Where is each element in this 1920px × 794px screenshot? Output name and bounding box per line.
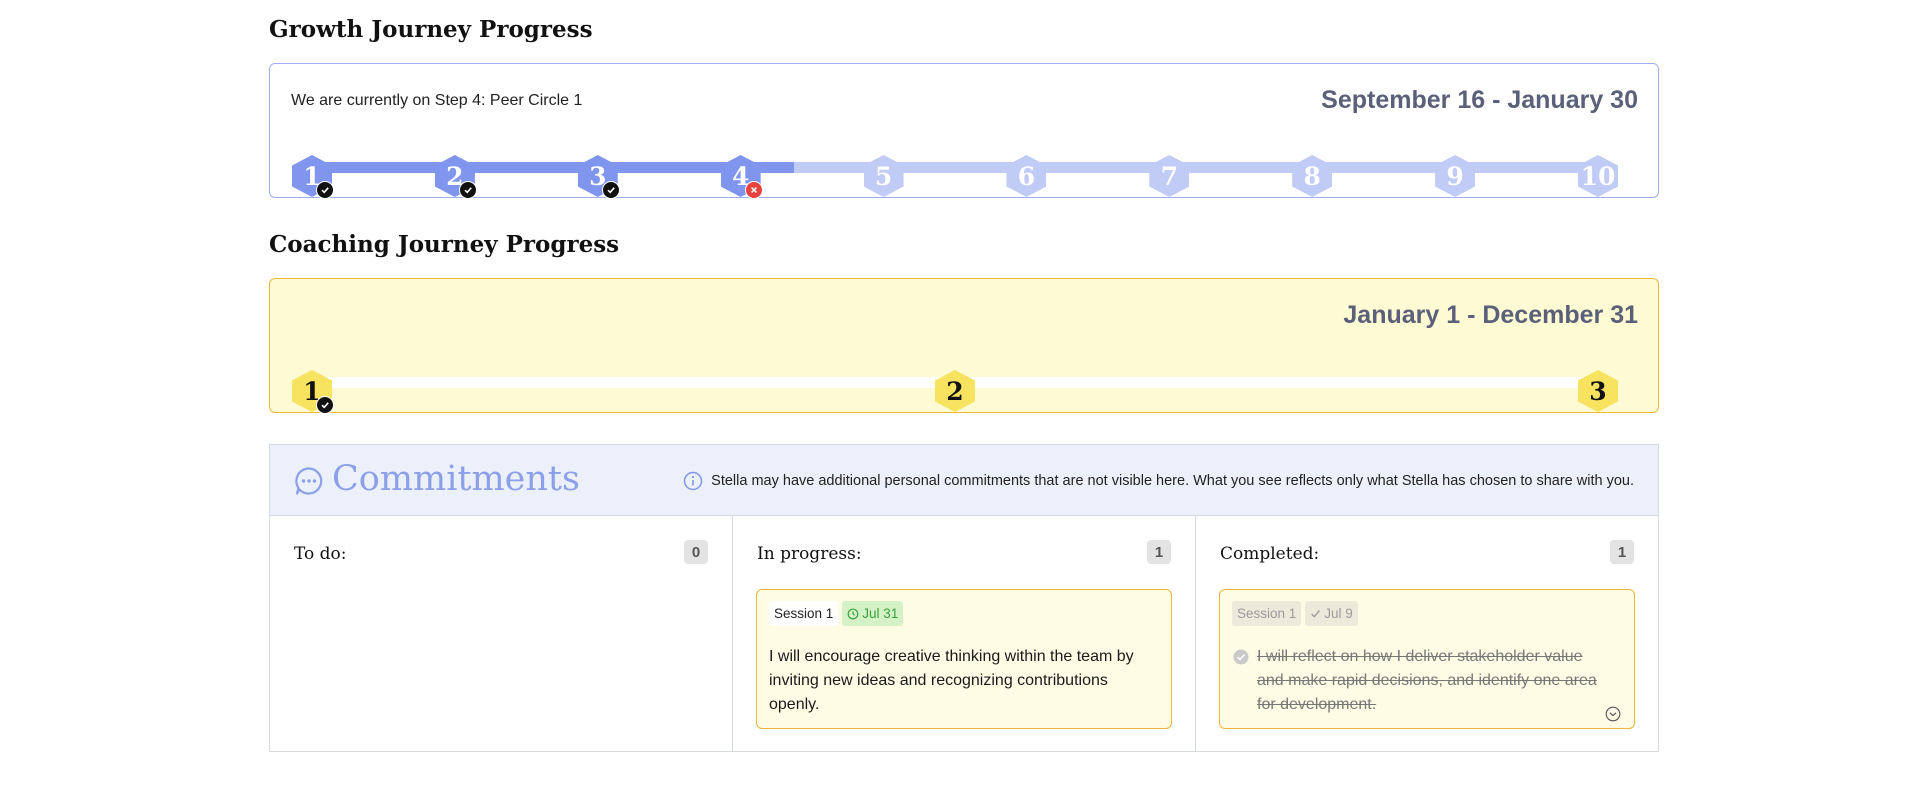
commitment-text: I will reflect on how I deliver stakehol…: [1257, 648, 1597, 713]
column-completed-title: Completed:: [1220, 544, 1320, 564]
chat-bubble-icon: [294, 466, 324, 501]
completed-check-badge-icon: [601, 181, 620, 199]
visibility-note-text: Stella may have additional personal comm…: [711, 473, 1634, 489]
column-in-progress: In progress: 1 Session 1 Jul 31 I will e…: [733, 516, 1196, 751]
current-step-text: We are currently on Step 4: Peer Circle …: [291, 92, 583, 109]
check-icon: [1310, 608, 1321, 619]
commitments-visibility-note: Stella may have additional personal comm…: [683, 471, 1634, 491]
growth-journey-title: Growth Journey Progress: [269, 16, 593, 43]
coaching-journey-title: Coaching Journey Progress: [269, 231, 620, 258]
due-date-chip: Jul 31: [842, 601, 904, 626]
commitments-title: Commitments: [332, 459, 580, 499]
info-icon: [683, 471, 703, 491]
chevron-down-icon[interactable]: [1605, 706, 1621, 722]
column-in-progress-title: In progress:: [757, 544, 862, 564]
completed-date-chip: Jul 9: [1305, 601, 1358, 626]
column-completed: Completed: 1 Session 1 Jul 9 I will refl…: [1196, 516, 1658, 751]
missed-x-badge-icon: [744, 181, 763, 199]
session-chip: Session 1: [769, 601, 839, 626]
clock-icon: [847, 608, 859, 620]
commitments-header: Commitments Stella may have additional p…: [270, 445, 1658, 516]
column-todo-title: To do:: [294, 544, 347, 564]
growth-date-range: September 16 - January 30: [1321, 86, 1638, 114]
commitment-card-completed[interactable]: Session 1 Jul 9 I will reflect on how I …: [1219, 589, 1635, 729]
commitment-card-in-progress[interactable]: Session 1 Jul 31 I will encourage creati…: [756, 589, 1172, 729]
completed-check-icon: [1233, 649, 1249, 665]
growth-journey-panel: We are currently on Step 4: Peer Circle …: [269, 63, 1659, 199]
due-date-text: Jul 31: [862, 606, 899, 621]
column-todo: To do: 0: [270, 516, 733, 751]
commitments-columns: To do: 0 In progress: 1 Session 1 Jul 31…: [270, 516, 1658, 751]
coaching-journey-panel: January 1 - December 31 123: [269, 278, 1659, 414]
column-in-progress-count: 1: [1147, 540, 1171, 564]
coaching-step-track: 123: [292, 370, 1618, 414]
coaching-date-range: January 1 - December 31: [1343, 301, 1638, 329]
completed-check-badge-icon: [458, 181, 477, 199]
growth-step-track: 1 2 3 4 5 6 7 8 9 10: [292, 155, 1618, 199]
commitments-panel: Commitments Stella may have additional p…: [269, 444, 1659, 752]
completed-date-text: Jul 9: [1324, 606, 1353, 621]
column-completed-count: 1: [1610, 540, 1634, 564]
session-chip: Session 1: [1232, 601, 1302, 626]
commitment-text: I will encourage creative thinking withi…: [769, 648, 1134, 713]
completed-check-badge-icon: [316, 181, 334, 199]
completed-check-badge-icon: [316, 396, 334, 414]
column-todo-count: 0: [684, 540, 708, 564]
